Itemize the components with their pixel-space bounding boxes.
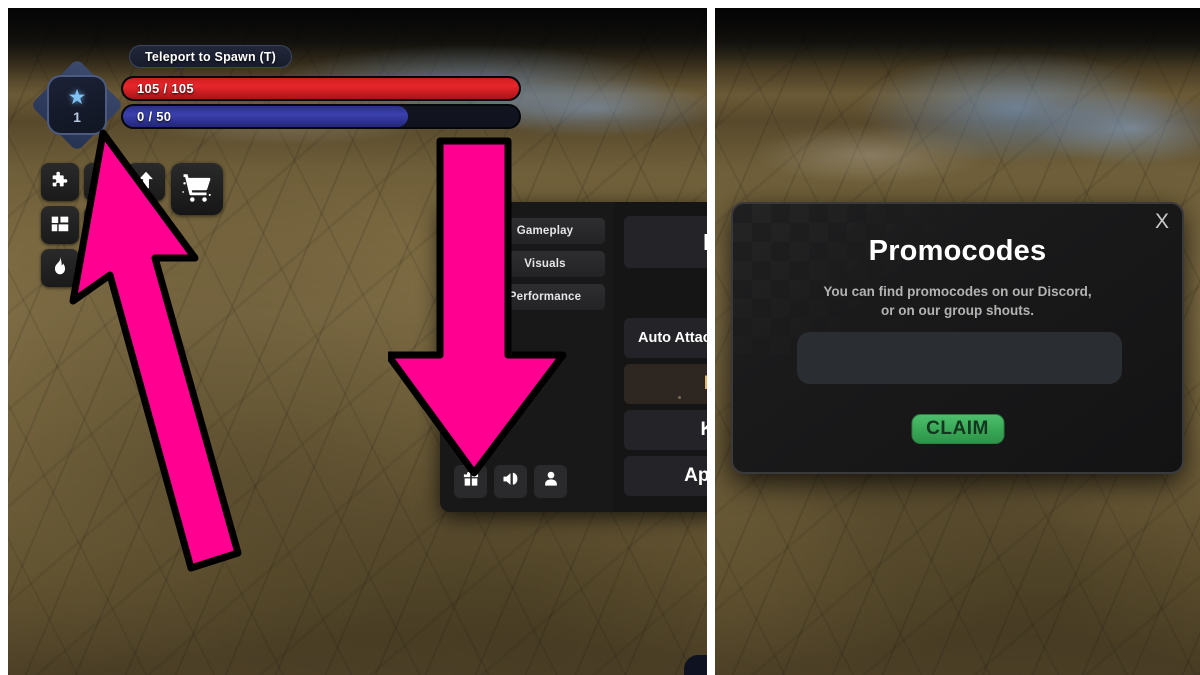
star-icon: ★ bbox=[67, 86, 87, 109]
health-bar: 105 / 105 bbox=[121, 76, 521, 101]
settings-panel: Gameplay Visuals Performance Auto Attac … bbox=[440, 202, 707, 512]
gear-icon-button[interactable] bbox=[84, 206, 122, 244]
screenshot-root: Teleport to Spawn (T) ★ 1 105 / 105 0 / … bbox=[0, 0, 1200, 675]
setting-row-hide-label: Hid bbox=[704, 373, 707, 395]
setting-row-apply-label: Apply L bbox=[684, 465, 707, 486]
bottom-cut-off-pill bbox=[684, 655, 707, 675]
claim-button-label: CLAIM bbox=[926, 418, 989, 439]
tab-performance-label: Performance bbox=[508, 291, 582, 303]
shop-cart-button[interactable] bbox=[171, 163, 223, 215]
mana-bar-label: 0 / 50 bbox=[137, 109, 172, 124]
gear-icon bbox=[92, 212, 114, 239]
flame-icon-button[interactable] bbox=[41, 249, 79, 287]
flame-icon bbox=[49, 255, 71, 282]
scroll-icon bbox=[92, 169, 114, 196]
setting-row-fov-label: FO bbox=[703, 229, 707, 256]
person-icon bbox=[541, 469, 561, 494]
setting-row-knockback-label: Kno bbox=[701, 419, 707, 441]
setting-row-apply[interactable]: Apply L bbox=[624, 456, 707, 496]
cart-icon bbox=[180, 170, 214, 209]
dialog-subtitle-line1: You can find promocodes on our Discord, bbox=[823, 284, 1092, 299]
puzzle-icon bbox=[49, 169, 71, 196]
settings-bottom-icon-row bbox=[454, 465, 567, 498]
speaker-icon bbox=[501, 469, 521, 494]
claim-button[interactable]: CLAIM bbox=[911, 414, 1004, 444]
tab-gameplay-label: Gameplay bbox=[516, 225, 574, 237]
teleport-to-spawn-button[interactable]: Teleport to Spawn (T) bbox=[129, 45, 293, 68]
promocodes-dialog: X Promocodes You can find promocodes on … bbox=[731, 202, 1184, 474]
settings-tab-column: Gameplay Visuals Performance bbox=[440, 202, 614, 512]
speaker-icon-button[interactable] bbox=[494, 465, 527, 498]
gift-icon-button[interactable] bbox=[454, 465, 487, 498]
book-icon-button[interactable] bbox=[127, 206, 165, 244]
tab-visuals-label: Visuals bbox=[524, 258, 566, 270]
right-screenshot-pane: X Promocodes You can find promocodes on … bbox=[715, 8, 1200, 675]
person-icon-button[interactable] bbox=[534, 465, 567, 498]
book-icon bbox=[135, 212, 157, 239]
setting-row-fov[interactable]: FO bbox=[624, 216, 707, 268]
setting-row-hide-subdot bbox=[678, 396, 681, 399]
gift-icon bbox=[461, 469, 481, 494]
setting-row-auto-attack[interactable]: Auto Attack bbox=[624, 318, 707, 358]
up-arrow-icon bbox=[135, 169, 157, 196]
up-arrow-icon-button[interactable] bbox=[127, 163, 165, 201]
promocode-input[interactable] bbox=[797, 332, 1122, 384]
puzzle-icon-button[interactable] bbox=[41, 163, 79, 201]
level-number: 1 bbox=[73, 109, 81, 125]
setting-row-auto-attack-label: Auto Attack bbox=[638, 330, 707, 346]
left-screenshot-pane: Teleport to Spawn (T) ★ 1 105 / 105 0 / … bbox=[8, 8, 707, 675]
teleport-label: Teleport to Spawn (T) bbox=[145, 49, 277, 64]
hud-icon-grid bbox=[41, 163, 166, 287]
scroll-icon-button[interactable] bbox=[84, 163, 122, 201]
tab-performance[interactable]: Performance bbox=[485, 284, 605, 310]
cards-icon-button[interactable] bbox=[41, 206, 79, 244]
health-bar-label: 105 / 105 bbox=[137, 81, 194, 96]
tab-gameplay[interactable]: Gameplay bbox=[485, 218, 605, 244]
tab-visuals[interactable]: Visuals bbox=[485, 251, 605, 277]
setting-row-knockback[interactable]: Kno bbox=[624, 410, 707, 450]
level-badge[interactable]: ★ 1 bbox=[30, 58, 124, 152]
level-badge-frame: ★ 1 bbox=[47, 75, 107, 135]
dialog-subtitle: You can find promocodes on our Discord, … bbox=[733, 282, 1182, 320]
dialog-title: Promocodes bbox=[868, 235, 1047, 267]
setting-row-hide[interactable]: Hid bbox=[624, 364, 707, 404]
settings-content-column: FO Auto Attack Hid Kno Apply L bbox=[614, 202, 707, 512]
mana-bar: 0 / 50 bbox=[121, 104, 521, 129]
dialog-subtitle-line2: or on our group shouts. bbox=[881, 303, 1034, 318]
cards-icon bbox=[49, 212, 71, 239]
close-icon[interactable]: X bbox=[1155, 211, 1169, 232]
